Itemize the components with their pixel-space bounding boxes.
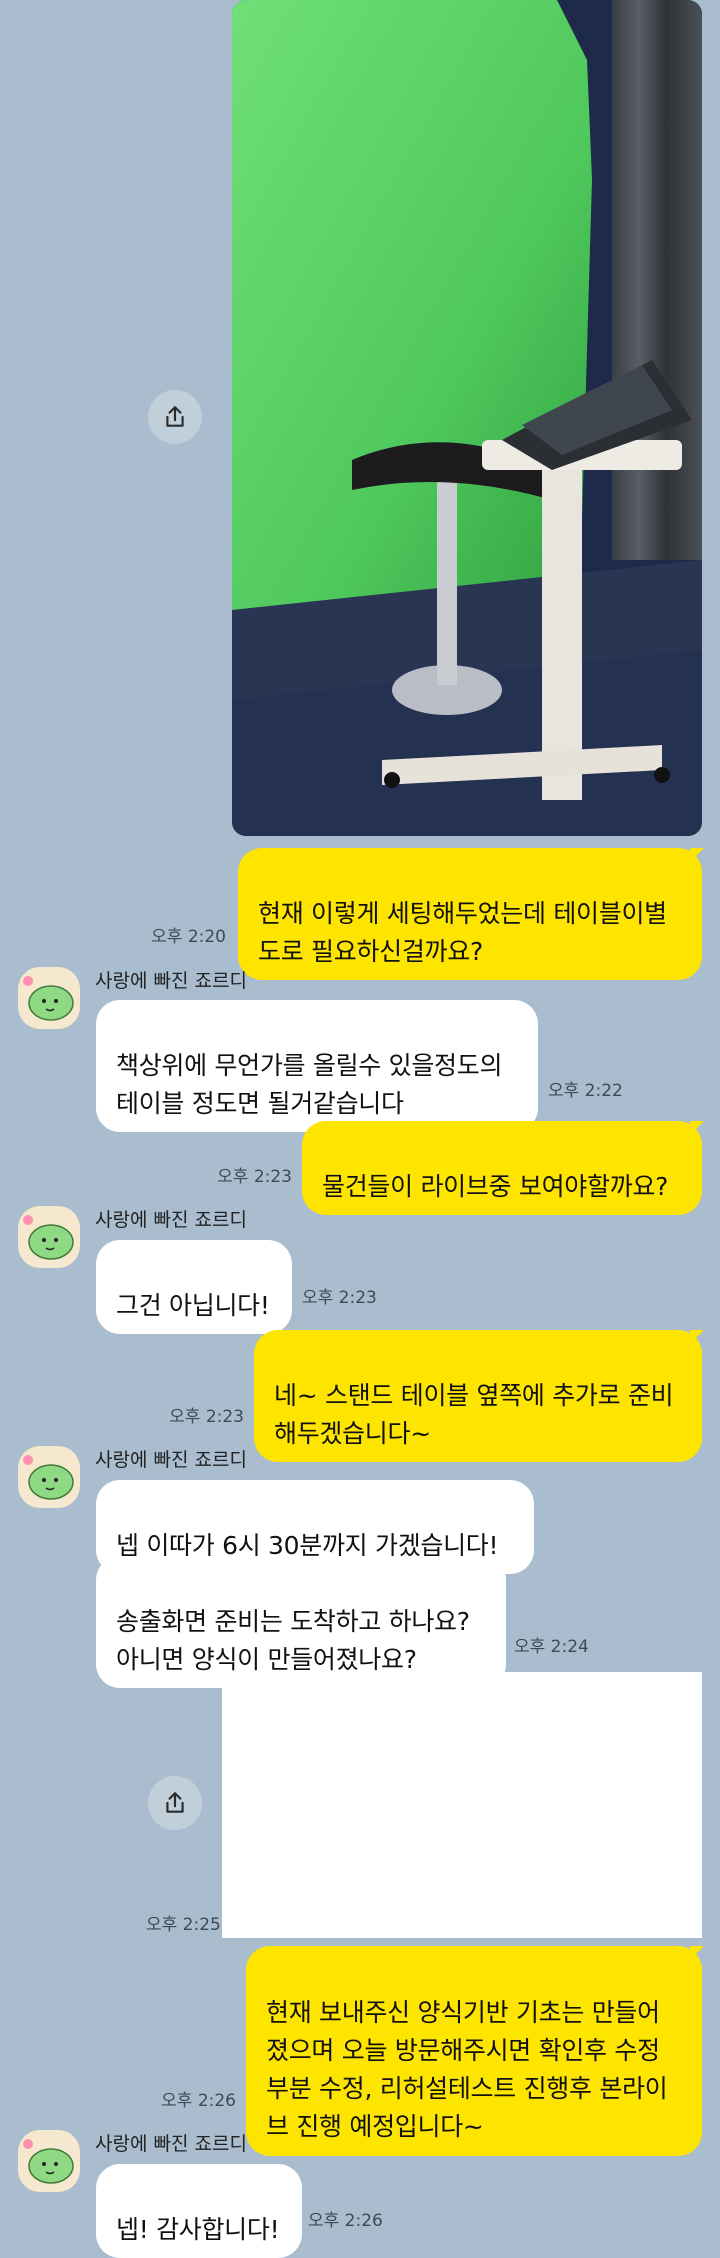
bubble-tail	[690, 1121, 704, 1135]
share-icon	[166, 1792, 184, 1813]
message-bubble-mine[interactable]: 현재 보내주신 양식기반 기초는 만들어졌으며 오늘 방문해주시면 확인후 수정…	[246, 1946, 702, 2156]
sender-name: 사랑에 빠진 죠르디	[95, 1449, 247, 1471]
avatar[interactable]	[18, 2130, 80, 2192]
message-time: 오후 2:24	[514, 1637, 589, 1657]
message-bubble-mine[interactable]: 물건들이 라이브중 보여야할까요?	[302, 1121, 702, 1215]
share-button[interactable]	[148, 1776, 202, 1830]
bubble-tail	[690, 1330, 704, 1344]
photo-blank[interactable]	[222, 1672, 702, 1938]
avatar[interactable]	[18, 1446, 80, 1508]
message-time: 오후 2:23	[169, 1407, 244, 1427]
jordy-avatar-icon	[23, 1215, 74, 1260]
message-bubble-other[interactable]: 그건 아닙니다!	[96, 1240, 292, 1334]
studio-photo-image	[232, 0, 702, 836]
message-time: 오후 2:25	[146, 1915, 221, 1935]
message-time: 오후 2:23	[302, 1288, 377, 1308]
message-time: 오후 2:20	[151, 927, 226, 947]
avatar[interactable]	[18, 967, 80, 1029]
message-text: 넵! 감사합니다!	[116, 2215, 280, 2244]
message-bubble-other[interactable]: 책상위에 무언가를 올릴수 있을정도의 테이블 정도면 될거같습니다	[96, 1000, 538, 1132]
message-bubble-mine[interactable]: 현재 이렇게 세팅해두었는데 테이블이별도로 필요하신걸까요?	[238, 848, 702, 980]
message-time: 오후 2:23	[217, 1167, 292, 1187]
message-time: 오후 2:22	[548, 1081, 623, 1101]
jordy-avatar-icon	[23, 2139, 74, 2184]
message-text: 물건들이 라이브중 보여야할까요?	[322, 1172, 669, 1201]
message-bubble-other[interactable]: 송출화면 준비는 도착하고 하나요? 아니면 양식이 만들어졌나요?	[96, 1556, 506, 1688]
sender-name: 사랑에 빠진 죠르디	[95, 2133, 247, 2155]
sender-name: 사랑에 빠진 죠르디	[95, 970, 247, 992]
bubble-tail	[690, 848, 704, 862]
message-text: 그건 아닙니다!	[116, 1291, 270, 1320]
jordy-avatar-icon	[23, 1455, 74, 1500]
message-bubble-mine[interactable]: 네~ 스탠드 테이블 옆쪽에 추가로 준비해두겠습니다~	[254, 1330, 702, 1462]
jordy-avatar-icon	[23, 976, 74, 1021]
share-icon	[166, 406, 184, 427]
message-text: 송출화면 준비는 도착하고 하나요? 아니면 양식이 만들어졌나요?	[116, 1607, 470, 1674]
message-time: 오후 2:26	[308, 2211, 383, 2231]
avatar[interactable]	[18, 1206, 80, 1268]
sender-name: 사랑에 빠진 죠르디	[95, 1209, 247, 1231]
share-button[interactable]	[148, 390, 202, 444]
message-text: 네~ 스탠드 테이블 옆쪽에 추가로 준비해두겠습니다~	[274, 1381, 674, 1448]
message-text: 책상위에 무언가를 올릴수 있을정도의 테이블 정도면 될거같습니다	[116, 1051, 503, 1118]
message-time: 오후 2:26	[161, 2091, 236, 2111]
message-text: 현재 보내주신 양식기반 기초는 만들어졌으며 오늘 방문해주시면 확인후 수정…	[266, 1998, 668, 2141]
bubble-tail	[690, 1946, 704, 1960]
message-bubble-other[interactable]: 넵! 감사합니다!	[96, 2164, 302, 2258]
message-text: 현재 이렇게 세팅해두었는데 테이블이별도로 필요하신걸까요?	[258, 899, 667, 966]
photo-studio-setup[interactable]	[232, 0, 702, 836]
